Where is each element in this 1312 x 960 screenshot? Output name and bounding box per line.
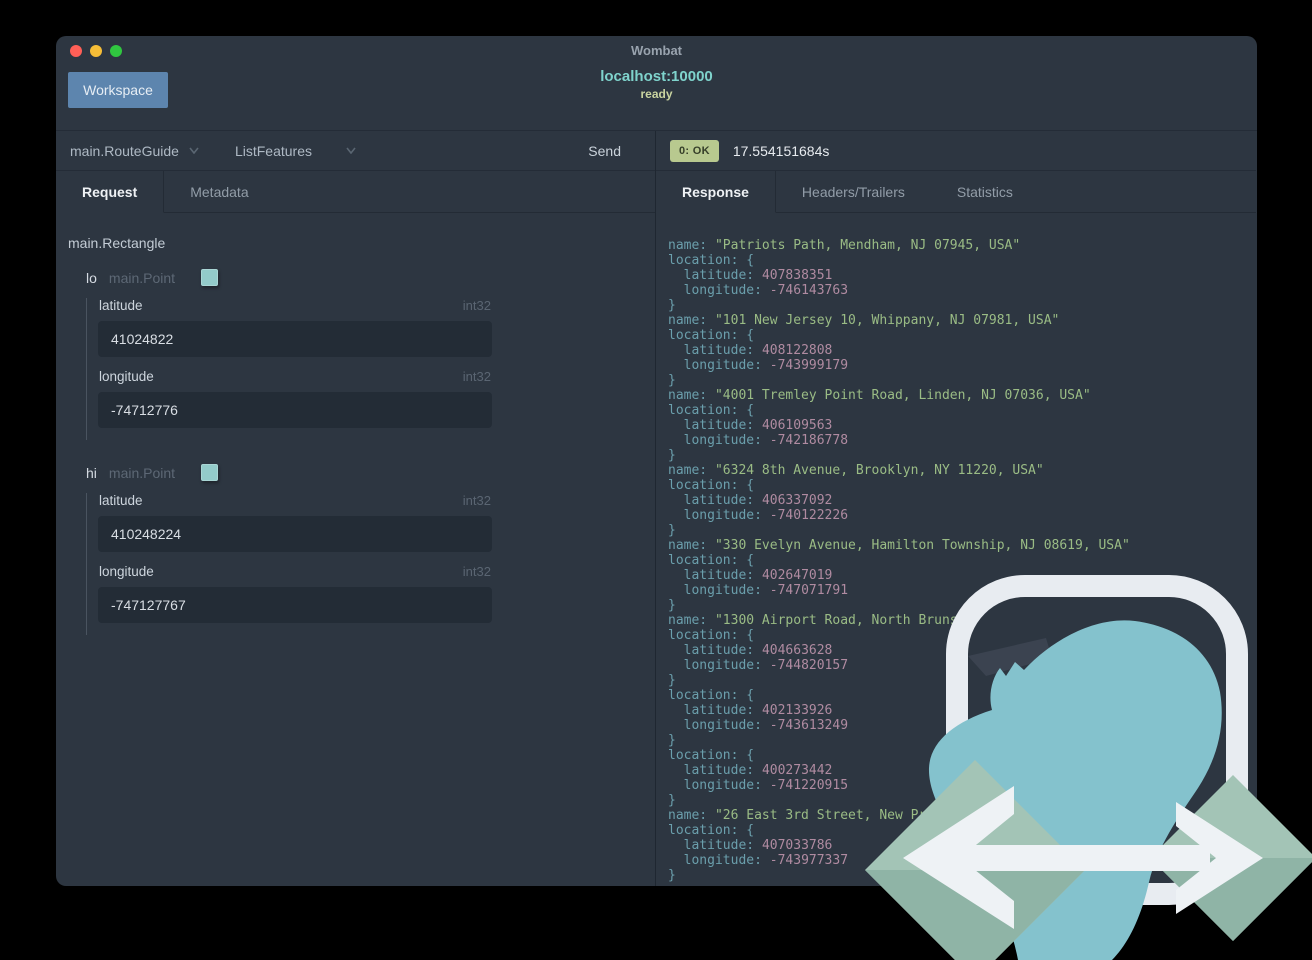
response-tabs: Response Headers/Trailers Statistics <box>656 171 1256 213</box>
status-badge: 0: OK <box>670 139 719 162</box>
response-toolbar: 0: OK 17.554151684s <box>656 131 1256 171</box>
hi-enabled-checkbox[interactable] <box>201 464 219 481</box>
field-label: longitude <box>99 564 154 579</box>
field-label: longitude <box>99 369 154 384</box>
response-text: name: "Patriots Path, Mendham, NJ 07945,… <box>668 238 1185 883</box>
field-name: hi <box>86 464 97 481</box>
close-window-button[interactable] <box>70 45 82 57</box>
connection-status: ready <box>640 87 673 101</box>
field-group-hi: hi main.Point <box>86 464 655 481</box>
send-button[interactable]: Send <box>588 143 621 159</box>
lo-latitude-input[interactable] <box>98 321 492 357</box>
hi-latitude-input[interactable] <box>98 516 492 552</box>
tab-headers-trailers[interactable]: Headers/Trailers <box>775 171 931 213</box>
zoom-window-button[interactable] <box>110 45 122 57</box>
tab-statistics[interactable]: Statistics <box>930 171 1039 213</box>
wombat-window: Wombat Workspace localhost:10000 ready m… <box>56 36 1257 886</box>
duration-label: 17.554151684s <box>732 142 830 159</box>
field-kind: int32 <box>462 493 491 508</box>
header: Workspace localhost:10000 ready <box>56 66 1257 131</box>
server-info: localhost:10000 ready <box>56 68 1257 101</box>
lo-longitude-input[interactable] <box>98 392 492 428</box>
field-name: lo <box>86 269 97 286</box>
request-toolbar: main.RouteGuide ListFeatures Send <box>56 131 655 171</box>
minimize-window-button[interactable] <box>90 45 102 57</box>
field-type: main.Point <box>108 464 176 481</box>
request-tabs: Request Metadata <box>56 171 655 213</box>
message-type-label: main.Rectangle <box>68 235 166 251</box>
lo-fields: latitude int32 longitude int32 <box>86 298 492 440</box>
method-select[interactable]: ListFeatures <box>235 143 356 159</box>
lo-enabled-checkbox[interactable] <box>201 269 219 286</box>
request-pane: main.RouteGuide ListFeatures Send Reques… <box>56 131 656 886</box>
response-pane: 0: OK 17.554151684s Response Headers/Tra… <box>656 131 1256 886</box>
field-label: latitude <box>99 493 143 508</box>
chevron-down-icon <box>346 147 356 154</box>
field-kind: int32 <box>462 369 491 384</box>
chevron-down-icon <box>189 147 199 154</box>
window-title: Wombat <box>630 43 683 58</box>
request-form: main.Rectangle lo main.Point latitude in… <box>56 213 655 886</box>
hi-longitude-input[interactable] <box>98 587 492 623</box>
hi-fields: latitude int32 longitude int32 <box>86 493 492 635</box>
tab-metadata[interactable]: Metadata <box>164 171 275 213</box>
field-group-lo: lo main.Point <box>86 269 655 286</box>
server-address: localhost:10000 <box>600 68 713 85</box>
field-kind: int32 <box>462 298 491 313</box>
field-type: main.Point <box>108 269 176 286</box>
service-select-value: main.RouteGuide <box>70 142 179 159</box>
field-label: latitude <box>99 298 143 313</box>
tab-response[interactable]: Response <box>656 171 776 213</box>
desktop: Wombat Workspace localhost:10000 ready m… <box>0 0 1312 960</box>
service-select[interactable]: main.RouteGuide <box>70 143 199 159</box>
response-body: name: "Patriots Path, Mendham, NJ 07945,… <box>656 213 1256 886</box>
method-select-value: ListFeatures <box>234 142 312 159</box>
titlebar: Wombat <box>56 36 1257 66</box>
field-kind: int32 <box>462 564 491 579</box>
tab-request[interactable]: Request <box>56 171 165 213</box>
